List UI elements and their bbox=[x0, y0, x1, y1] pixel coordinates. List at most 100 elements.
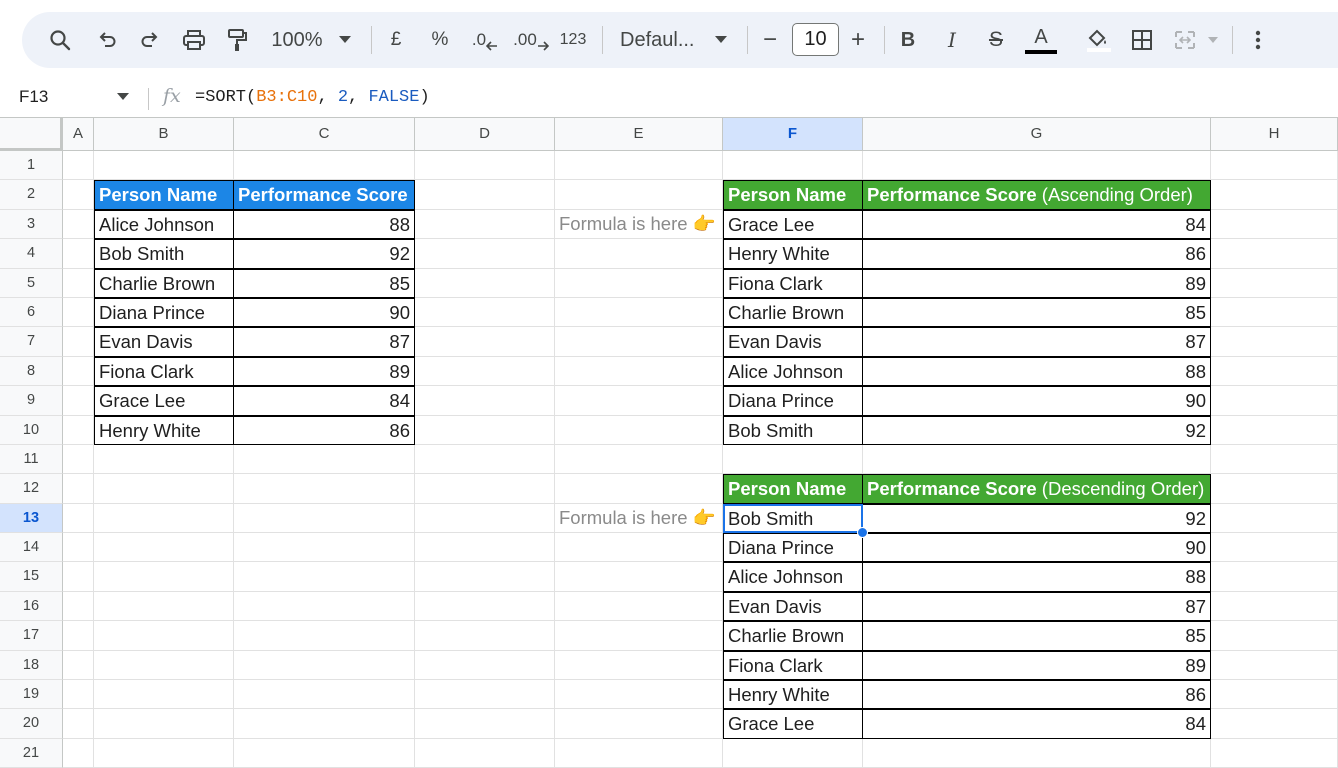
cell-e20[interactable] bbox=[555, 709, 723, 739]
cell-d5[interactable] bbox=[415, 268, 555, 298]
row-header-13[interactable]: 13 bbox=[0, 503, 63, 534]
cell-c4[interactable]: 92 bbox=[234, 239, 415, 269]
cell-d4[interactable] bbox=[415, 239, 555, 269]
cell-b1[interactable] bbox=[94, 151, 234, 181]
row-header-9[interactable]: 9 bbox=[0, 386, 63, 416]
cell-b20[interactable] bbox=[94, 709, 234, 739]
cell-b7[interactable]: Evan Davis bbox=[94, 327, 234, 357]
cell-c21[interactable] bbox=[234, 738, 415, 768]
cell-h13[interactable] bbox=[1211, 503, 1338, 534]
cell-e17[interactable] bbox=[555, 621, 723, 651]
cell-e10[interactable] bbox=[555, 415, 723, 445]
cell-f17[interactable]: Charlie Brown bbox=[723, 621, 863, 651]
cell-e9[interactable] bbox=[555, 386, 723, 416]
cell-g14[interactable]: 90 bbox=[863, 533, 1211, 563]
cell-d15[interactable] bbox=[415, 562, 555, 592]
cell-b15[interactable] bbox=[94, 562, 234, 592]
cell-d9[interactable] bbox=[415, 386, 555, 416]
cell-b16[interactable] bbox=[94, 591, 234, 622]
cell-a11[interactable] bbox=[63, 444, 94, 475]
cell-b12[interactable] bbox=[94, 474, 234, 504]
cell-e2[interactable] bbox=[555, 180, 723, 210]
cell-a5[interactable] bbox=[63, 268, 94, 298]
cell-c19[interactable] bbox=[234, 680, 415, 710]
row-header-4[interactable]: 4 bbox=[0, 239, 63, 269]
cell-f19[interactable]: Henry White bbox=[723, 680, 863, 710]
cell-h17[interactable] bbox=[1211, 621, 1338, 651]
row-header-11[interactable]: 11 bbox=[0, 444, 63, 475]
cell-c5[interactable]: 85 bbox=[234, 268, 415, 298]
cell-d11[interactable] bbox=[415, 444, 555, 475]
cell-e15[interactable] bbox=[555, 562, 723, 592]
cell-c8[interactable]: 89 bbox=[234, 356, 415, 387]
cell-c3[interactable]: 88 bbox=[234, 209, 415, 240]
cell-b4[interactable]: Bob Smith bbox=[94, 239, 234, 269]
cell-g10[interactable]: 92 bbox=[863, 415, 1211, 445]
cell-f20[interactable]: Grace Lee bbox=[723, 709, 863, 739]
chevron-down-icon[interactable] bbox=[336, 12, 354, 68]
cell-b14[interactable] bbox=[94, 533, 234, 563]
chevron-down-icon[interactable] bbox=[712, 12, 730, 68]
cell-d12[interactable] bbox=[415, 474, 555, 504]
cell-d2[interactable] bbox=[415, 180, 555, 210]
cell-g5[interactable]: 89 bbox=[863, 268, 1211, 298]
cell-c14[interactable] bbox=[234, 533, 415, 563]
fill-color-icon[interactable] bbox=[1082, 12, 1114, 68]
cell-h4[interactable] bbox=[1211, 239, 1338, 269]
row-header-12[interactable]: 12 bbox=[0, 474, 63, 504]
cell-e4[interactable] bbox=[555, 239, 723, 269]
cell-g8[interactable]: 88 bbox=[863, 356, 1211, 387]
row-header-10[interactable]: 10 bbox=[0, 415, 63, 445]
cell-h9[interactable] bbox=[1211, 386, 1338, 416]
cell-g13[interactable]: 92 bbox=[863, 503, 1211, 534]
merge-cells-icon[interactable] bbox=[1172, 12, 1222, 68]
column-header-a[interactable]: A bbox=[63, 118, 94, 151]
cell-h20[interactable] bbox=[1211, 709, 1338, 739]
cell-a15[interactable] bbox=[63, 562, 94, 592]
print-icon[interactable] bbox=[180, 12, 208, 68]
column-header-b[interactable]: B bbox=[94, 118, 234, 151]
row-header-3[interactable]: 3 bbox=[0, 209, 63, 240]
search-icon[interactable] bbox=[46, 12, 74, 68]
name-box[interactable]: F13 bbox=[19, 87, 48, 107]
cell-g7[interactable]: 87 bbox=[863, 327, 1211, 357]
column-header-e[interactable]: E bbox=[555, 118, 723, 151]
cell-d21[interactable] bbox=[415, 738, 555, 768]
cell-g1[interactable] bbox=[863, 151, 1211, 181]
cell-f4[interactable]: Henry White bbox=[723, 239, 863, 269]
cell-f9[interactable]: Diana Prince bbox=[723, 386, 863, 416]
font-size-input[interactable]: 10 bbox=[792, 23, 839, 56]
cell-h1[interactable] bbox=[1211, 151, 1338, 181]
row-header-15[interactable]: 15 bbox=[0, 562, 63, 592]
redo-icon[interactable] bbox=[137, 12, 163, 68]
currency-format-button[interactable]: £ bbox=[384, 12, 408, 68]
select-all-corner[interactable] bbox=[0, 118, 63, 151]
cell-g16[interactable]: 87 bbox=[863, 591, 1211, 622]
cell-c6[interactable]: 90 bbox=[234, 297, 415, 328]
cell-d20[interactable] bbox=[415, 709, 555, 739]
cell-d14[interactable] bbox=[415, 533, 555, 563]
column-header-d[interactable]: D bbox=[415, 118, 555, 151]
cell-b2[interactable]: Person Name bbox=[94, 180, 234, 210]
cell-e7[interactable] bbox=[555, 327, 723, 357]
row-header-20[interactable]: 20 bbox=[0, 709, 63, 739]
cell-h21[interactable] bbox=[1211, 738, 1338, 768]
cell-e16[interactable] bbox=[555, 591, 723, 622]
cell-a16[interactable] bbox=[63, 591, 94, 622]
more-options-icon[interactable] bbox=[1248, 12, 1268, 68]
cell-h14[interactable] bbox=[1211, 533, 1338, 563]
cell-g2[interactable]: Performance Score (Ascending Order) bbox=[863, 180, 1211, 210]
fill-handle[interactable] bbox=[857, 527, 868, 539]
cell-e13[interactable]: Formula is here 👉 bbox=[555, 503, 723, 534]
decrease-font-size-button[interactable]: − bbox=[759, 12, 781, 68]
cell-b19[interactable] bbox=[94, 680, 234, 710]
cell-b11[interactable] bbox=[94, 444, 234, 475]
row-header-19[interactable]: 19 bbox=[0, 680, 63, 710]
row-header-7[interactable]: 7 bbox=[0, 327, 63, 357]
cell-d16[interactable] bbox=[415, 591, 555, 622]
cell-h5[interactable] bbox=[1211, 268, 1338, 298]
cell-b17[interactable] bbox=[94, 621, 234, 651]
cell-g17[interactable]: 85 bbox=[863, 621, 1211, 651]
cell-g6[interactable]: 85 bbox=[863, 297, 1211, 328]
cell-g9[interactable]: 90 bbox=[863, 386, 1211, 416]
